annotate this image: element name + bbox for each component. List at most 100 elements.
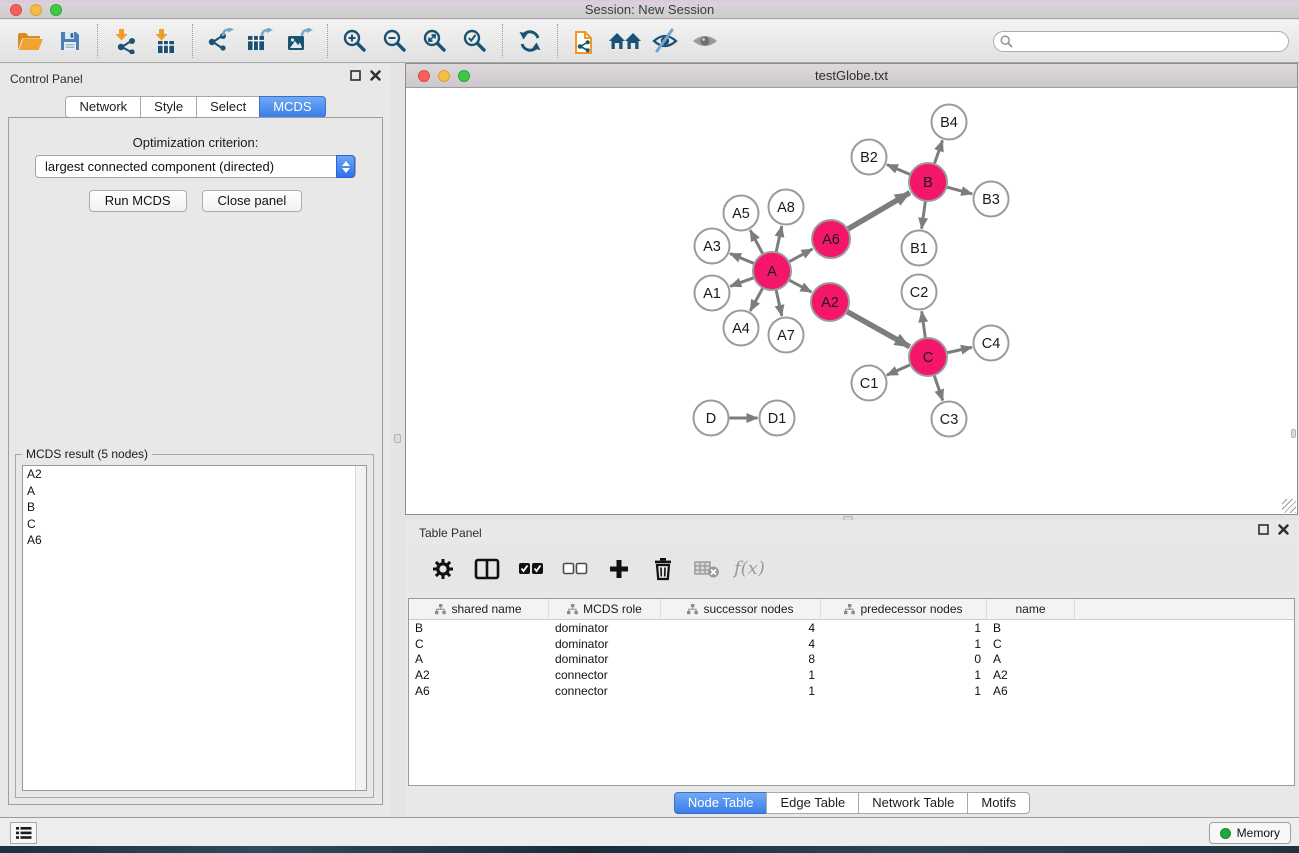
graph-edge-B-B3[interactable] [946, 187, 972, 194]
table-cell[interactable]: A6 [987, 684, 1075, 698]
mcds-result-item[interactable]: A2 [23, 466, 366, 483]
tab-network[interactable]: Network [65, 96, 141, 118]
table-cell[interactable]: A2 [409, 668, 549, 682]
graph-edge-A-A5[interactable] [750, 230, 763, 254]
delete-column-icon[interactable] [646, 551, 680, 587]
table-cell[interactable]: 1 [821, 621, 987, 635]
column-header-successor-nodes[interactable]: successor nodes [661, 599, 821, 619]
table-cell[interactable]: 4 [661, 621, 821, 635]
graph-edge-A-A6[interactable] [789, 249, 813, 262]
close-table-panel-icon[interactable] [1278, 524, 1289, 535]
graph-edge-A2-C[interactable] [847, 311, 910, 346]
table-cell[interactable]: 4 [661, 637, 821, 651]
zoom-fit-icon[interactable] [415, 22, 455, 60]
add-column-icon[interactable] [602, 551, 636, 587]
close-panel-icon[interactable] [370, 70, 381, 81]
graph-edge-C-C2[interactable] [922, 311, 926, 338]
column-header-predecessor-nodes[interactable]: predecessor nodes [821, 599, 987, 619]
table-cell[interactable]: A2 [987, 668, 1075, 682]
table-row[interactable]: A2connector11A2 [409, 667, 1294, 683]
table-cell[interactable]: dominator [549, 637, 661, 651]
table-settings-icon[interactable] [426, 551, 460, 587]
select-all-columns-icon[interactable] [514, 551, 548, 587]
graph-edge-A-A7[interactable] [776, 290, 782, 316]
graph-edge-A-A2[interactable] [789, 280, 812, 292]
graph-edge-C-C4[interactable] [947, 347, 972, 353]
float-table-panel-icon[interactable] [1258, 524, 1269, 535]
table-cell[interactable]: 1 [821, 684, 987, 698]
graph-edge-A-A8[interactable] [776, 226, 782, 252]
refresh-view-icon[interactable] [510, 22, 550, 60]
graph-edge-B-B4[interactable] [934, 140, 942, 164]
tab-edge-table[interactable]: Edge Table [766, 792, 859, 814]
delete-table-icon[interactable] [690, 551, 724, 587]
table-row[interactable]: Cdominator41C [409, 636, 1294, 652]
zoom-in-icon[interactable] [335, 22, 375, 60]
table-row[interactable]: Adominator80A [409, 652, 1294, 668]
table-cell[interactable]: 1 [661, 684, 821, 698]
table-cell[interactable]: 0 [821, 652, 987, 666]
graph-edge-B-B2[interactable] [887, 165, 911, 175]
table-cell[interactable]: connector [549, 684, 661, 698]
graph-edge-A-A1[interactable] [730, 278, 754, 287]
column-header-shared-name[interactable]: shared name [409, 599, 549, 619]
tab-motifs[interactable]: Motifs [967, 792, 1030, 814]
zoom-selected-icon[interactable] [455, 22, 495, 60]
save-session-icon[interactable] [50, 22, 90, 60]
column-header-name[interactable]: name [987, 599, 1075, 619]
mcds-result-item[interactable]: A6 [23, 532, 366, 549]
show-all-icon[interactable] [685, 22, 725, 60]
graph-edge-C-C3[interactable] [934, 375, 943, 401]
import-network-icon[interactable] [105, 22, 145, 60]
open-session-icon[interactable] [10, 22, 50, 60]
unselect-all-columns-icon[interactable] [558, 551, 592, 587]
table-cell[interactable]: C [409, 637, 549, 651]
column-header-MCDS-role[interactable]: MCDS role [549, 599, 661, 619]
tab-network-table[interactable]: Network Table [858, 792, 968, 814]
table-cell[interactable]: dominator [549, 652, 661, 666]
network-canvas[interactable]: AA1A2A3A4A5A6A7A8BB1B2B3B4CC1C2C3C4DD1 [406, 89, 1297, 514]
float-panel-icon[interactable] [350, 70, 361, 81]
home-ndex-icon[interactable] [605, 22, 645, 60]
task-history-button[interactable] [10, 822, 37, 844]
tab-style[interactable]: Style [140, 96, 197, 118]
tab-select[interactable]: Select [196, 96, 260, 118]
panel-divider-vertical[interactable] [391, 64, 405, 817]
divider-grip[interactable] [394, 434, 401, 443]
mcds-result-item[interactable]: B [23, 499, 366, 516]
optimization-criterion-select[interactable]: largest connected component (directed) [35, 155, 356, 178]
graph-edge-A-A3[interactable] [730, 254, 754, 264]
table-cell[interactable]: B [987, 621, 1075, 635]
run-mcds-button[interactable]: Run MCDS [89, 190, 187, 212]
graph-edge-B-B1[interactable] [922, 201, 926, 229]
show-columns-icon[interactable] [470, 551, 504, 587]
hide-selected-icon[interactable] [645, 22, 685, 60]
network-window-titlebar[interactable]: testGlobe.txt [406, 64, 1297, 88]
table-cell[interactable]: 1 [821, 668, 987, 682]
close-panel-button[interactable]: Close panel [202, 190, 303, 212]
table-cell[interactable]: dominator [549, 621, 661, 635]
graph-edge-A6-B[interactable] [847, 193, 910, 230]
table-row[interactable]: Bdominator41B [409, 620, 1294, 636]
export-image-icon[interactable] [280, 22, 320, 60]
network-from-file-icon[interactable] [565, 22, 605, 60]
table-cell[interactable]: A [987, 652, 1075, 666]
table-row[interactable]: A6connector11A6 [409, 683, 1294, 699]
table-cell[interactable]: 1 [661, 668, 821, 682]
export-table-icon[interactable] [240, 22, 280, 60]
table-cell[interactable]: B [409, 621, 549, 635]
mcds-result-item[interactable]: C [23, 516, 366, 533]
tab-node-table[interactable]: Node Table [674, 792, 768, 814]
table-cell[interactable]: 8 [661, 652, 821, 666]
table-cell[interactable]: connector [549, 668, 661, 682]
import-table-icon[interactable] [145, 22, 185, 60]
table-cell[interactable]: A [409, 652, 549, 666]
search-input[interactable] [993, 31, 1289, 52]
window-resize-grip[interactable] [1282, 499, 1296, 513]
tab-mcds[interactable]: MCDS [259, 96, 325, 118]
network-graph[interactable]: AA1A2A3A4A5A6A7A8BB1B2B3B4CC1C2C3C4DD1 [406, 89, 1297, 514]
function-builder-icon[interactable]: f(x) [734, 551, 765, 587]
mcds-result-item[interactable]: A [23, 483, 366, 500]
graph-edge-A-A4[interactable] [750, 288, 763, 311]
scrollbar-track[interactable] [355, 466, 366, 790]
